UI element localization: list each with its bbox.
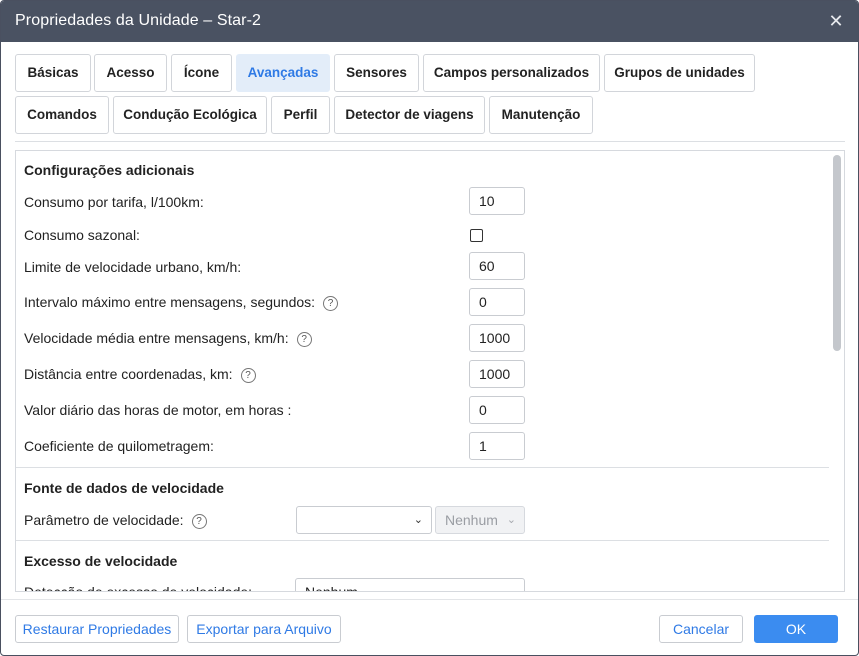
help-icon[interactable]: ?	[240, 368, 256, 383]
chevron-down-icon: ⌄	[506, 586, 516, 592]
speed-unit-select[interactable]: Nenhum ⌄	[435, 506, 525, 534]
overspeed-detection-value: Nenhum	[305, 584, 358, 592]
mileage-coefficient-label: Coeficiente de quilometragem:	[24, 438, 214, 454]
tab-basicas[interactable]: Básicas	[15, 54, 91, 92]
speed-param-select[interactable]: ⌄	[296, 506, 432, 534]
help-icon[interactable]: ?	[191, 514, 207, 529]
coord-distance-label-text: Distância entre coordenadas, km:	[24, 366, 233, 382]
speed-unit-value: Nenhum	[445, 512, 498, 528]
unit-properties-dialog: Propriedades da Unidade – Star-2 ✕ Básic…	[0, 0, 859, 656]
advanced-settings-panel: Configurações adicionais Consumo por tar…	[15, 150, 845, 592]
section-divider	[16, 467, 831, 468]
avg-speed-input[interactable]: 1000	[469, 324, 525, 352]
restore-properties-button[interactable]: Restaurar Propriedades	[15, 615, 179, 643]
dialog-title: Propriedades da Unidade – Star-2	[15, 12, 262, 29]
tab-acesso[interactable]: Acesso	[94, 54, 167, 92]
avg-speed-label-text: Velocidade média entre mensagens, km/h:	[24, 330, 289, 346]
speed-param-label-text: Parâmetro de velocidade:	[24, 512, 184, 528]
tab-campos-personalizados[interactable]: Campos personalizados	[423, 54, 600, 92]
section-title-speed-source: Fonte de dados de velocidade	[24, 480, 224, 496]
max-interval-label: Intervalo máximo entre mensagens, segund…	[24, 294, 339, 311]
fuel-consumption-input[interactable]: 10	[469, 187, 525, 215]
max-interval-input[interactable]: 0	[469, 288, 525, 316]
avg-speed-label: Velocidade média entre mensagens, km/h:?	[24, 330, 312, 347]
tab-comandos[interactable]: Comandos	[15, 96, 109, 134]
tab-perfil[interactable]: Perfil	[271, 96, 330, 134]
coord-distance-label: Distância entre coordenadas, km:?	[24, 366, 256, 383]
scrollbar-thumb[interactable]	[833, 155, 841, 351]
overspeed-detection-label: Detecção de excesso de velocidade:	[24, 584, 253, 592]
max-interval-label-text: Intervalo máximo entre mensagens, segund…	[24, 294, 316, 310]
speed-param-label: Parâmetro de velocidade:?	[24, 512, 207, 529]
tab-icone[interactable]: Ícone	[171, 54, 232, 92]
scrollbar[interactable]	[829, 151, 844, 591]
mileage-coefficient-input[interactable]: 1	[469, 432, 525, 460]
footer-divider	[1, 599, 858, 600]
close-icon[interactable]: ✕	[824, 9, 848, 33]
title-bar: Propriedades da Unidade – Star-2 ✕	[1, 1, 858, 42]
section-title-overspeed: Excesso de velocidade	[24, 553, 178, 569]
fuel-consumption-label: Consumo por tarifa, l/100km:	[24, 194, 204, 210]
tab-grupos-de-unidades[interactable]: Grupos de unidades	[604, 54, 755, 92]
tab-conducao-ecologica[interactable]: Condução Ecológica	[113, 96, 267, 134]
help-icon[interactable]: ?	[323, 296, 339, 311]
section-title-additional: Configurações adicionais	[24, 162, 195, 178]
tab-manutencao[interactable]: Manutenção	[489, 96, 593, 134]
engine-hours-label: Valor diário das horas de motor, em hora…	[24, 402, 292, 418]
section-divider	[16, 540, 831, 541]
chevron-down-icon: ⌄	[413, 514, 423, 526]
tabs-divider	[15, 141, 845, 142]
coord-distance-input[interactable]: 1000	[469, 360, 525, 388]
chevron-down-icon: ⌄	[506, 514, 516, 526]
overspeed-detection-select[interactable]: Nenhum ⌄	[295, 578, 525, 592]
cancel-button[interactable]: Cancelar	[659, 615, 743, 643]
seasonal-consumption-label: Consumo sazonal:	[24, 227, 140, 243]
urban-speed-limit-input[interactable]: 60	[469, 252, 525, 280]
seasonal-consumption-checkbox[interactable]	[470, 229, 483, 242]
engine-hours-input[interactable]: 0	[469, 396, 525, 424]
export-to-file-button[interactable]: Exportar para Arquivo	[187, 615, 341, 643]
tab-detector-de-viagens[interactable]: Detector de viagens	[334, 96, 485, 134]
urban-speed-limit-label: Limite de velocidade urbano, km/h:	[24, 259, 242, 275]
tab-avancadas[interactable]: Avançadas	[236, 54, 330, 92]
ok-button[interactable]: OK	[754, 615, 838, 643]
tab-sensores[interactable]: Sensores	[334, 54, 419, 92]
help-icon[interactable]: ?	[296, 332, 312, 347]
